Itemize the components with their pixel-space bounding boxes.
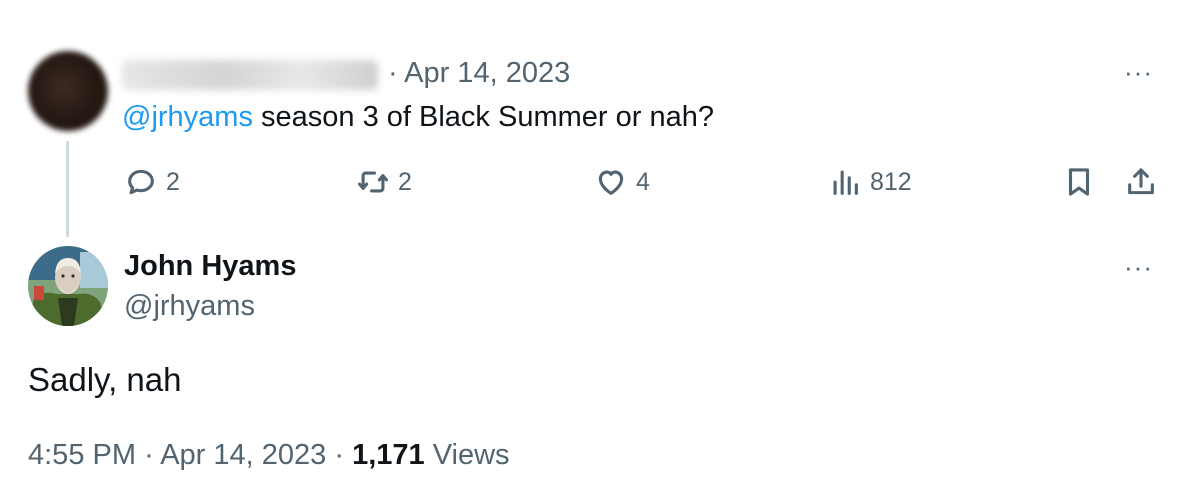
reply-icon <box>128 169 154 195</box>
original-author-name-blurred[interactable] <box>122 60 378 90</box>
original-author-avatar[interactable] <box>28 51 108 131</box>
reply-date[interactable]: Apr 14, 2023 <box>160 439 326 471</box>
original-tweet-date[interactable]: · Apr 14, 2023 <box>388 55 570 91</box>
reply-author-name[interactable]: John Hyams <box>124 248 296 284</box>
retweet-icon <box>357 171 389 193</box>
meta-separator-2: · <box>334 439 345 471</box>
like-icon <box>598 170 624 195</box>
meta-separator: · <box>144 439 154 471</box>
original-tweet-text: @jrhyams season 3 of Black Summer or nah… <box>122 98 714 136</box>
share-icon <box>1128 168 1154 195</box>
mention-link[interactable]: @jrhyams <box>122 101 253 133</box>
share-button[interactable] <box>1124 162 1158 202</box>
reply-tweet-meta: 4:55 PM · Apr 14, 2023 · 1,171 Views <box>28 436 510 474</box>
like-count: 4 <box>636 167 650 196</box>
reply-views-label[interactable]: Views <box>433 439 510 471</box>
reply-time[interactable]: 4:55 PM <box>28 439 136 471</box>
portrait-painting-icon <box>28 246 108 326</box>
views-button[interactable]: 812 <box>828 162 912 202</box>
reply-more-options-icon[interactable]: ··· <box>1124 254 1153 280</box>
reply-author-handle[interactable]: @jrhyams <box>124 288 255 324</box>
thread-connector-line <box>66 141 69 237</box>
retweet-button[interactable]: 2 <box>356 162 412 202</box>
original-date-text: Apr 14, 2023 <box>404 57 571 89</box>
like-button[interactable]: 4 <box>594 162 650 202</box>
reply-tweet-text: Sadly, nah <box>28 361 182 398</box>
bookmark-icon <box>1068 168 1090 196</box>
reply-views-count[interactable]: 1,171 <box>352 439 425 471</box>
original-tweet-body: season 3 of Black Summer or nah? <box>252 101 714 133</box>
original-more-options-icon[interactable]: ··· <box>1124 59 1153 85</box>
reply-button[interactable]: 2 <box>124 162 180 202</box>
reply-count: 2 <box>166 167 180 196</box>
date-separator: · <box>388 57 398 89</box>
retweet-count: 2 <box>398 167 412 196</box>
reply-author-avatar[interactable] <box>28 246 108 326</box>
views-count: 812 <box>870 167 912 196</box>
views-icon <box>833 170 858 195</box>
bookmark-button[interactable] <box>1062 162 1096 202</box>
